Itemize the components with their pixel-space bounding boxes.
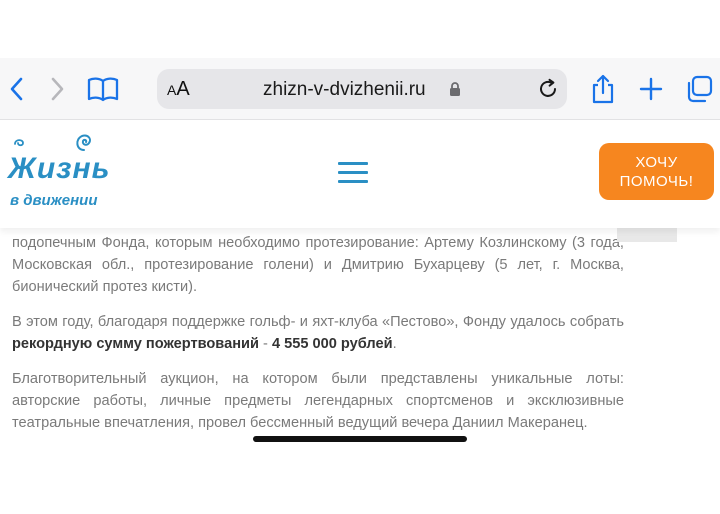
share-button[interactable] [586,72,620,106]
paragraph-2-separator: - [258,336,272,352]
logo-swirl-icon [76,134,92,151]
address-bar[interactable]: AA zhizn-v-dvizhenii.ru [157,69,567,109]
record-sum-label: рекордную сумму пожертвований [12,336,259,352]
book-icon [87,77,119,102]
help-button[interactable]: ХОЧУ ПОМОЧЬ! [599,143,714,200]
article-content: подопечным Фонда, которым необходимо про… [12,232,624,447]
text-size-small-label: A [167,82,177,98]
url-text: zhizn-v-dvizhenii.ru [263,79,426,100]
text-size-button[interactable]: AA [167,78,190,101]
article-paragraph-2: В этом году, благодаря поддержке гольф- … [12,311,624,355]
hamburger-menu-icon[interactable] [338,162,368,184]
site-logo[interactable]: Жизнь в движении [8,130,118,220]
forward-button[interactable] [40,72,74,106]
record-sum-amount: 4 555 000 рублей [271,336,393,352]
site-header: Жизнь в движении ХОЧУ ПОМОЧЬ! [0,120,720,228]
reload-icon[interactable] [537,78,559,100]
logo-subtitle: в движении [10,192,98,209]
logo-spiral-icon [14,139,24,147]
paragraph-2-text: В этом году, благодаря поддержке гольф- … [12,314,624,330]
share-icon [592,74,614,104]
new-tab-button[interactable] [634,72,668,106]
tabs-button[interactable] [682,72,716,106]
top-blank-area [0,0,720,58]
home-indicator[interactable] [253,436,467,442]
bookmarks-button[interactable] [84,72,122,106]
paragraph-2-end: . [392,336,397,352]
lock-icon [450,82,460,96]
logo-title: Жизнь [8,152,111,185]
back-button[interactable] [0,72,34,106]
chevron-left-icon [10,77,23,101]
article-paragraph-1: подопечным Фонда, которым необходимо про… [12,235,624,295]
plus-icon [639,77,663,101]
browser-toolbar: AA zhizn-v-dvizhenii.ru [0,58,720,120]
tabs-icon [687,75,713,103]
chevron-right-icon [51,77,64,101]
text-size-large-label: A [176,78,190,100]
article-paragraph-3: Благотворительный аукцион, на котором бы… [12,371,624,431]
